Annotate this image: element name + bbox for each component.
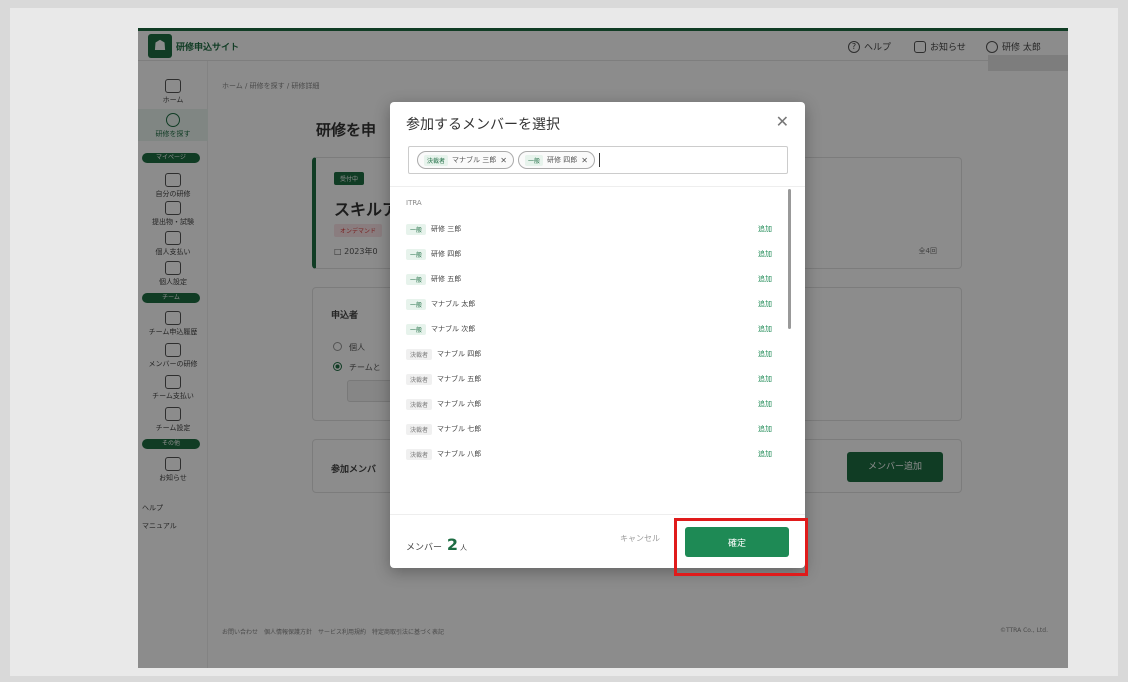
member-name: マナブル 次郎 xyxy=(431,325,476,333)
list-item: 一般 研修 五郎 追加 xyxy=(406,267,772,291)
list-item: 決裁者 マナブル 四郎 追加 xyxy=(406,342,772,366)
list-item: 決裁者 マナブル 八郎 追加 xyxy=(406,442,772,466)
member-role-badge: 決裁者 xyxy=(406,398,433,410)
member-name: 研修 三郎 xyxy=(431,225,462,233)
member-name: マナブル 四郎 xyxy=(437,350,482,358)
list-scrollbar[interactable] xyxy=(788,189,791,329)
member-role-badge: 決裁者 xyxy=(406,448,433,460)
member-count-label: メンバー xyxy=(406,543,443,553)
list-item: 一般 研修 四郎 追加 xyxy=(406,242,772,266)
selected-members-input[interactable]: 決裁者 マナブル 三郎 ✕ 一般 研修 四郎 ✕ xyxy=(408,146,788,174)
add-member-link[interactable]: 追加 xyxy=(758,424,772,434)
member-name: 研修 五郎 xyxy=(431,275,462,283)
member-role-badge: 一般 xyxy=(406,298,427,310)
member-role-badge: 決裁者 xyxy=(406,373,433,385)
chip-name: マナブル 三郎 xyxy=(452,156,497,164)
chip-name: 研修 四郎 xyxy=(546,156,578,164)
member-list: ITRA 一般 研修 三郎 追加 一般 研修 四郎 追加 一般 研修 五郎 追加 一般 マナブル 太… xyxy=(390,186,805,512)
add-member-link[interactable]: 追加 xyxy=(758,299,772,309)
modal-title: 参加するメンバーを選択 xyxy=(406,117,560,133)
close-icon[interactable]: ✕ xyxy=(776,112,789,131)
list-item: 決裁者 マナブル 七郎 追加 xyxy=(406,417,772,441)
member-count-unit: 人 xyxy=(460,544,468,552)
member-chip: 決裁者 マナブル 三郎 ✕ xyxy=(417,151,514,169)
member-role-badge: 一般 xyxy=(406,273,427,285)
member-role-badge: 決裁者 xyxy=(406,348,433,360)
add-member-link[interactable]: 追加 xyxy=(758,449,772,459)
add-member-link[interactable]: 追加 xyxy=(758,249,772,259)
member-select-modal: 参加するメンバーを選択 ✕ 決裁者 マナブル 三郎 ✕ 一般 研修 四郎 ✕ I… xyxy=(390,102,805,568)
add-member-link[interactable]: 追加 xyxy=(758,374,772,384)
highlight-annotation xyxy=(674,518,808,576)
list-item: 一般 マナブル 次郎 追加 xyxy=(406,317,772,341)
member-role-badge: 一般 xyxy=(406,323,427,335)
member-count-value: 2 xyxy=(446,535,459,554)
add-member-link[interactable]: 追加 xyxy=(758,224,772,234)
member-name: マナブル 五郎 xyxy=(437,375,482,383)
chip-remove-icon[interactable]: ✕ xyxy=(500,156,507,165)
member-role-badge: 一般 xyxy=(406,223,427,235)
chip-remove-icon[interactable]: ✕ xyxy=(581,156,588,165)
chip-role: 決裁者 xyxy=(424,154,449,166)
group-label: ITRA xyxy=(406,199,422,207)
member-role-badge: 決裁者 xyxy=(406,423,433,435)
member-name: 研修 四郎 xyxy=(431,250,462,258)
member-role-badge: 一般 xyxy=(406,248,427,260)
list-item: 決裁者 マナブル 六郎 追加 xyxy=(406,392,772,416)
text-caret xyxy=(598,153,600,167)
member-count: メンバー 2人 xyxy=(406,535,467,554)
cancel-button[interactable]: キャンセル xyxy=(620,533,660,544)
list-item: 一般 マナブル 太郎 追加 xyxy=(406,292,772,316)
add-member-link[interactable]: 追加 xyxy=(758,349,772,359)
member-chip: 一般 研修 四郎 ✕ xyxy=(517,151,595,169)
member-name: マナブル 六郎 xyxy=(437,400,482,408)
member-name: マナブル 太郎 xyxy=(431,300,476,308)
chip-role: 一般 xyxy=(524,154,543,166)
list-item: 一般 研修 三郎 追加 xyxy=(406,217,772,241)
add-member-link[interactable]: 追加 xyxy=(758,399,772,409)
member-name: マナブル 八郎 xyxy=(437,450,482,458)
member-name: マナブル 七郎 xyxy=(437,425,482,433)
add-member-link[interactable]: 追加 xyxy=(758,324,772,334)
list-item: 決裁者 マナブル 五郎 追加 xyxy=(406,367,772,391)
add-member-link[interactable]: 追加 xyxy=(758,274,772,284)
